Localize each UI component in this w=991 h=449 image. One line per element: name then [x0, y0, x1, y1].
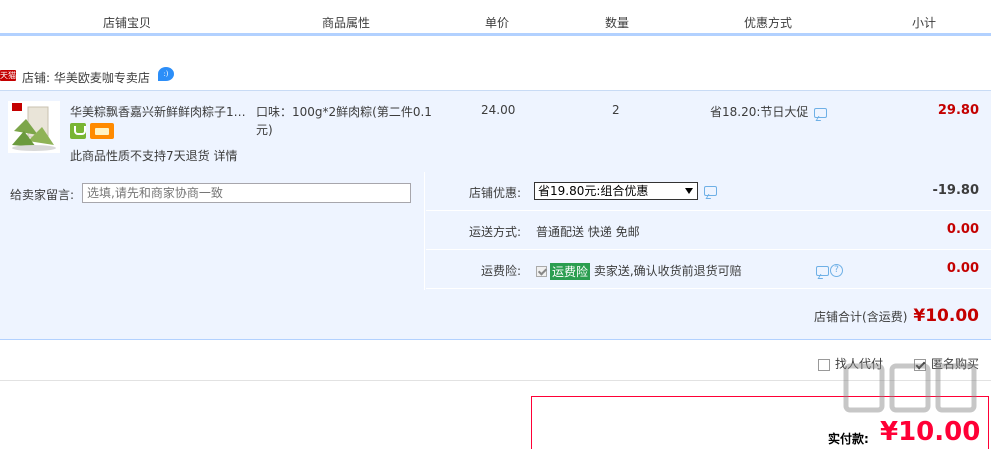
- shop-total-amount: ¥10.00: [913, 306, 979, 326]
- wangwang-chat-icon[interactable]: :): [158, 67, 174, 81]
- shop-discount-row: 店铺优惠: 省19.80元:组合优惠 -19.80: [426, 172, 991, 211]
- shipping-value: 普通配送 快递 免邮: [536, 225, 640, 239]
- no-return-notice-link[interactable]: 此商品性质不支持7天退货 详情: [70, 147, 237, 164]
- insurance-chat-icon[interactable]: [816, 265, 829, 276]
- product-title-link[interactable]: 华美粽飘香嘉兴新鲜鲜肉粽子100g*2鲜肉粽: [70, 103, 252, 120]
- shipping-amount: 0.00: [946, 222, 979, 237]
- quality-badge-icon[interactable]: [70, 123, 86, 139]
- insurance-label: 运费险:: [480, 264, 521, 278]
- shop-discount-label: 店铺优惠:: [468, 186, 521, 200]
- shipping-label: 运送方式:: [468, 225, 521, 239]
- message-panel: 给卖家留言:: [0, 172, 425, 290]
- shop-name-link[interactable]: 店铺: 华美欧麦咖专卖店: [22, 69, 150, 86]
- order-options-block: 给卖家留言: 店铺优惠: 省19.80元:组合优惠 -19.80 运送方式: 普…: [0, 172, 991, 340]
- message-label: 给卖家留言:: [10, 188, 75, 202]
- col-header-quantity: 数量: [605, 16, 630, 30]
- shop-total-label: 店铺合计(含运费): [814, 310, 908, 324]
- shop-discount-selected: 省19.80元:组合优惠: [538, 184, 649, 198]
- insurance-text: 卖家送,确认收货前退货可赔: [593, 264, 742, 278]
- help-icon[interactable]: ?: [830, 264, 843, 277]
- promotion-info: 省18.20:节日大促: [710, 103, 828, 120]
- header-divider: [253, 36, 255, 39]
- insurance-checkbox[interactable]: [536, 266, 547, 277]
- insurance-value: 运费险 卖家送,确认收货前退货可赔: [536, 262, 742, 280]
- proxy-pay-checkbox[interactable]: [818, 358, 830, 371]
- seller-message-input[interactable]: [82, 183, 411, 203]
- insurance-tag: 运费险: [550, 263, 591, 280]
- tmall-icon: 天猫: [0, 70, 16, 81]
- order-table-header: 店铺宝贝 商品属性 单价 数量 优惠方式 小计: [0, 0, 991, 36]
- insurance-row: 运费险: 运费险 卖家送,确认收货前退货可赔 ? 0.00: [426, 250, 991, 289]
- header-divider: [860, 36, 862, 39]
- payment-amount: ¥10.00: [880, 417, 981, 447]
- shop-discount-select[interactable]: 省19.80元:组合优惠: [534, 182, 698, 200]
- unit-price: 24.00: [481, 103, 516, 117]
- item-subtotal: 29.80: [937, 103, 979, 118]
- header-divider: [434, 36, 436, 39]
- product-image[interactable]: [8, 101, 60, 153]
- shipping-row: 运送方式: 普通配送 快递 免邮 0.00: [426, 211, 991, 250]
- watermark-logo-icon: [843, 363, 977, 413]
- col-header-subtotal: 小计: [912, 16, 937, 30]
- payment-label: 实付款:: [828, 432, 869, 446]
- header-divider: [557, 36, 559, 39]
- product-property: 口味：100g*2鲜肉粽(第二件0.1元): [256, 105, 432, 137]
- chevron-down-icon: [685, 188, 693, 194]
- quantity-value: 2: [612, 103, 620, 117]
- insurance-amount: 0.00: [946, 261, 979, 276]
- discount-info-icon[interactable]: [704, 186, 717, 196]
- insurance-help: ?: [816, 263, 843, 277]
- col-header-item: 店铺宝贝: [103, 16, 152, 30]
- promotion-text: 省18.20:节日大促: [710, 105, 809, 119]
- col-header-price: 单价: [485, 16, 510, 30]
- col-header-promotion: 优惠方式: [744, 16, 793, 30]
- shop-discount-amount: -19.80: [932, 183, 979, 198]
- header-divider: [676, 36, 678, 39]
- credit-card-badge-icon[interactable]: [90, 123, 114, 139]
- shop-total: 店铺合计(含运费) ¥10.00: [814, 306, 979, 326]
- col-header-property: 商品属性: [322, 16, 371, 30]
- promotion-info-icon[interactable]: [814, 107, 828, 118]
- order-item-row: 华美粽飘香嘉兴新鲜鲜肉粽子100g*2鲜肉粽 此商品性质不支持7天退货 详情 口…: [0, 90, 991, 172]
